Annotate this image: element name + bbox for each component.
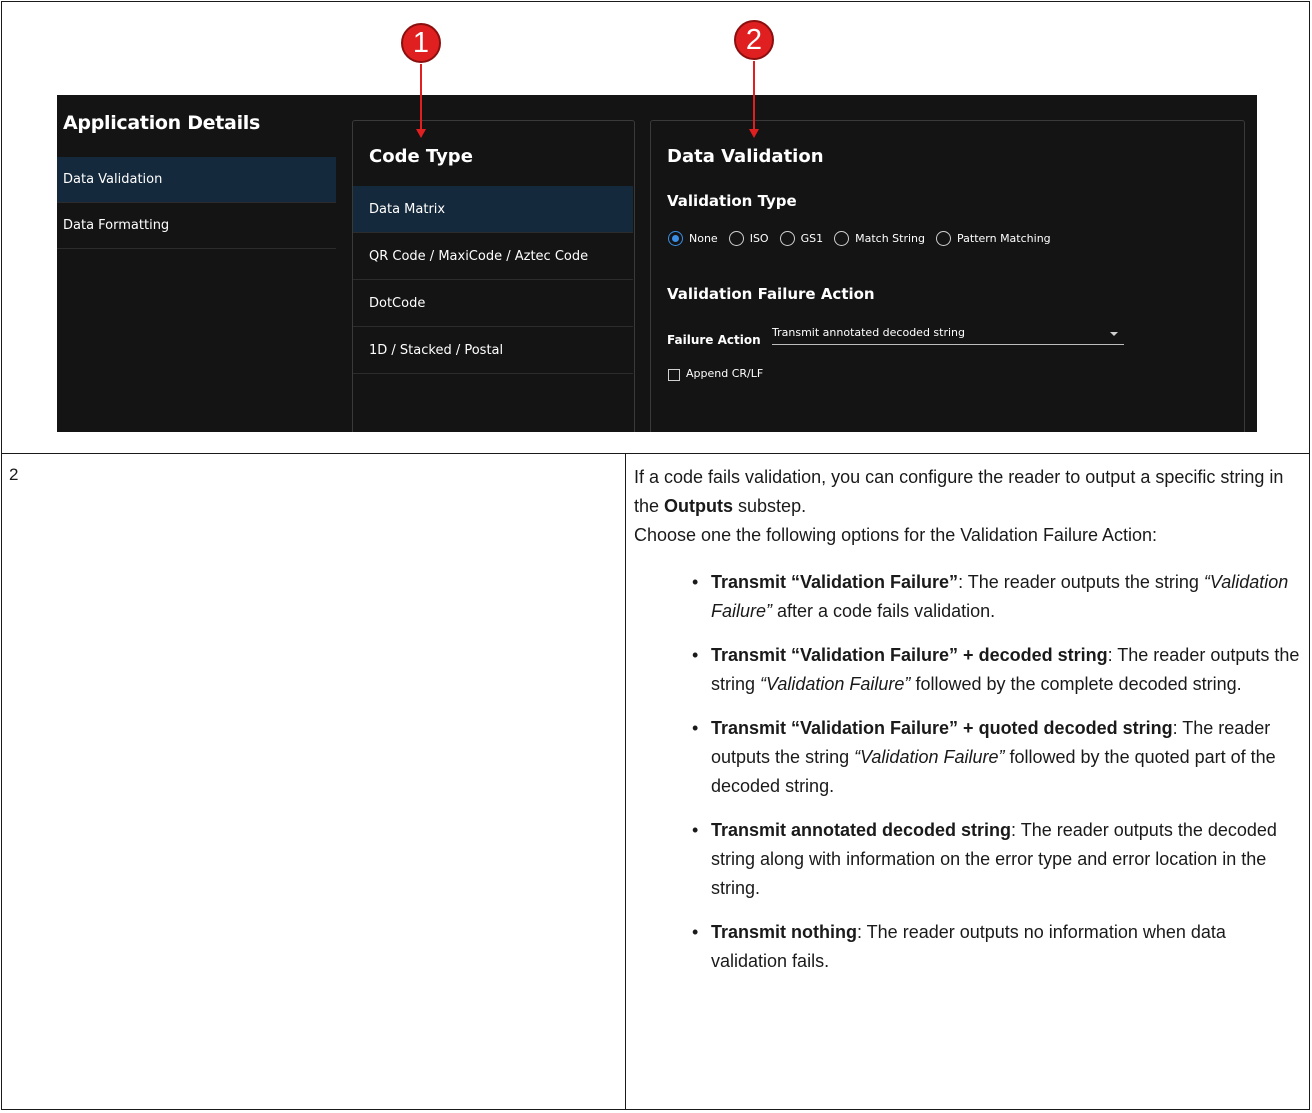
validation-failure-heading: Validation Failure Action: [667, 285, 875, 303]
validation-type-radio-group: None ISO GS1 Match String Pattern Matchi…: [668, 231, 1062, 246]
radio-iso[interactable]: [728, 231, 744, 246]
callout-badge-2: 2: [734, 20, 774, 60]
option-text-end: followed by the complete decoded string.: [910, 674, 1242, 694]
chevron-down-icon[interactable]: [1110, 332, 1118, 336]
append-crlf-label: Append CR/LF: [686, 367, 764, 380]
option-name: Transmit “Validation Failure”: [711, 572, 959, 592]
failure-action-label: Failure Action: [667, 333, 761, 347]
radio-pattern-matching[interactable]: [936, 231, 951, 246]
table-column-divider: [625, 453, 626, 1110]
intro-paragraph: If a code fails validation, you can conf…: [634, 463, 1302, 521]
failure-options-list: Transmit “Validation Failure”: The reade…: [634, 568, 1302, 976]
data-validation-title: Data Validation: [667, 146, 824, 167]
callout-badge-1: 1: [401, 23, 441, 63]
code-type-title: Code Type: [369, 146, 473, 167]
arrow-down-icon: [416, 129, 426, 138]
validation-type-heading: Validation Type: [667, 192, 797, 210]
app-screenshot: Application Details Data Validation Data…: [57, 95, 1257, 432]
option-name: Transmit “Validation Failure” + decoded …: [711, 645, 1108, 665]
radio-iso-label: ISO: [749, 232, 769, 245]
option-name: Transmit nothing: [711, 922, 857, 942]
callout-line-2: [753, 61, 755, 130]
option-quote: “Validation Failure”: [760, 674, 911, 694]
option-text-end: after a code fails validation.: [772, 601, 996, 621]
radio-match-string[interactable]: [834, 231, 850, 246]
failure-action-value: Transmit annotated decoded string: [772, 326, 966, 339]
option-name: Transmit annotated decoded string: [711, 820, 1012, 840]
callout-line-1: [420, 64, 422, 130]
option-name: Transmit “Validation Failure” + quoted d…: [711, 718, 1173, 738]
row-number: 2: [9, 465, 19, 484]
option-text: : The reader outputs the string: [958, 572, 1204, 592]
code-type-item-dotcode[interactable]: DotCode: [353, 280, 633, 327]
outputs-link-text: Outputs: [664, 496, 734, 516]
code-type-item-data-matrix[interactable]: Data Matrix: [353, 186, 633, 233]
failure-action-select[interactable]: Transmit annotated decoded string: [772, 325, 1124, 345]
radio-gs1-label: GS1: [800, 232, 824, 245]
choose-paragraph: Choose one the following options for the…: [634, 525, 1157, 545]
arrow-down-icon: [749, 129, 759, 138]
list-item: Transmit “Validation Failure” + decoded …: [634, 641, 1302, 699]
radio-gs1[interactable]: [779, 231, 795, 246]
list-item: Transmit “Validation Failure”: The reade…: [634, 568, 1302, 626]
description-cell: If a code fails validation, you can conf…: [634, 463, 1302, 991]
app-details-title: Application Details: [63, 112, 261, 134]
code-type-item-qr-maxicode-aztec[interactable]: QR Code / MaxiCode / Aztec Code: [353, 233, 633, 280]
radio-none[interactable]: [668, 231, 683, 246]
list-item: Transmit “Validation Failure” + quoted d…: [634, 714, 1302, 801]
radio-match-string-label: Match String: [855, 232, 925, 245]
data-validation-panel: Data Validation Validation Type None ISO…: [650, 120, 1245, 432]
list-item: Transmit annotated decoded string: The r…: [634, 816, 1302, 903]
radio-none-label: None: [689, 232, 718, 245]
sidebar-item-data-formatting[interactable]: Data Formatting: [57, 203, 336, 249]
append-crlf-checkbox[interactable]: [668, 369, 680, 381]
sidebar-item-data-validation[interactable]: Data Validation: [57, 157, 336, 203]
table-row-divider: [1, 453, 1310, 454]
list-item: Transmit nothing: The reader outputs no …: [634, 918, 1302, 976]
option-quote: “Validation Failure”: [854, 747, 1005, 767]
radio-pattern-matching-label: Pattern Matching: [957, 232, 1051, 245]
intro-text-end: substep.: [733, 496, 807, 516]
code-type-panel: Code Type Data Matrix QR Code / MaxiCode…: [352, 120, 635, 432]
code-type-item-1d-stacked-postal[interactable]: 1D / Stacked / Postal: [353, 327, 633, 374]
